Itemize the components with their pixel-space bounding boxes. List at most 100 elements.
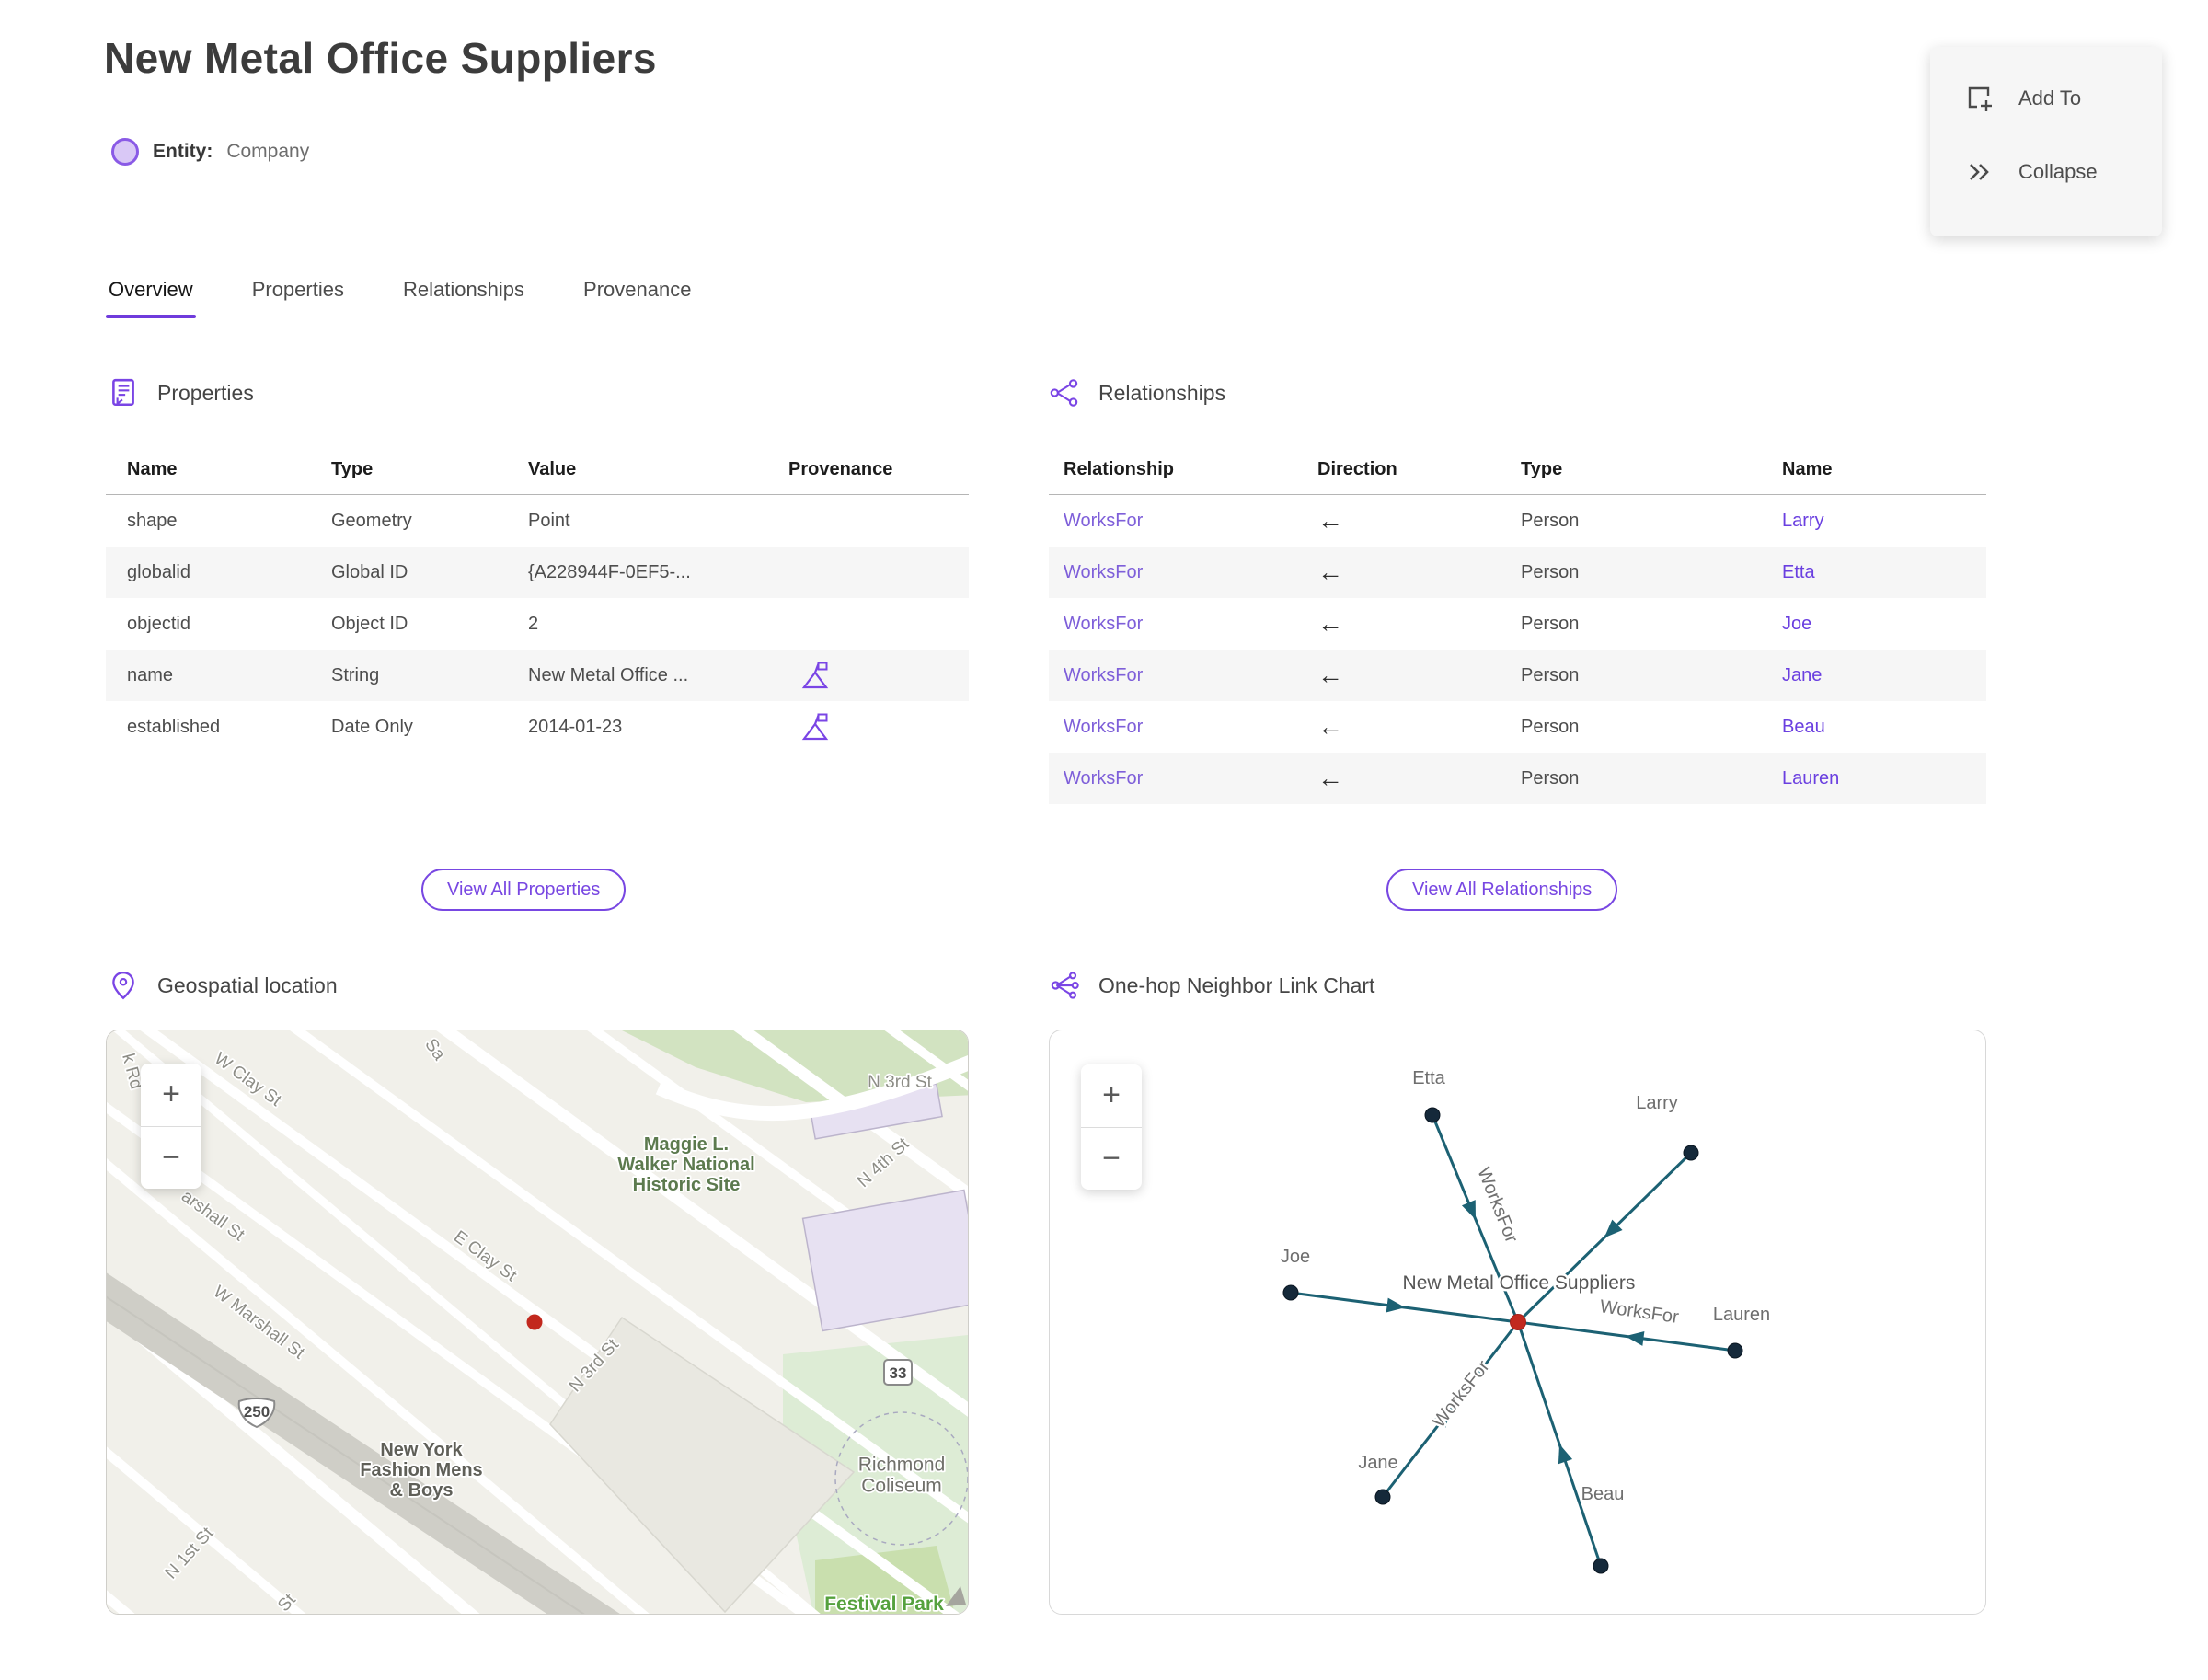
chart-center-node[interactable] [1510,1314,1526,1330]
relationship-row: WorksFor ← Person Beau [1049,701,1986,753]
property-row: objectid Object ID 2 [106,598,969,650]
map-zoom-out-button[interactable]: − [141,1127,201,1190]
map-label: Richmond Coliseum [858,1454,946,1496]
related-entity-link[interactable]: Lauren [1782,768,1966,789]
related-entity-type: Person [1521,561,1580,582]
property-value: New Metal Office ... [528,664,689,685]
property-row: name String New Metal Office ... [106,650,969,701]
chart-node-jane[interactable] [1374,1489,1391,1505]
property-type: Date Only [331,716,413,737]
chart-edge-label: WorksFor [1429,1356,1494,1432]
entity-type-icon [111,138,139,166]
relationships-section-title: Relationships [1098,380,1226,405]
relationship-row: WorksFor ← Person Joe [1049,598,1986,650]
relationships-table: Relationship Direction Type Name WorksFo… [1049,444,1986,804]
map-zoom-control: + − [141,1064,201,1189]
relationship-direction-arrow: ← [1317,506,1343,535]
chart-node-label: Beau [1581,1484,1625,1504]
property-type: Global ID [331,561,408,582]
col-header: Name [127,458,178,479]
relationships-icon [1050,379,1078,407]
col-header: Name [1782,458,1833,479]
chart-node-label: Larry [1636,1093,1678,1113]
tab-relationships[interactable]: Relationships [400,272,527,318]
related-entity-type: Person [1521,716,1580,737]
chart-center-label: New Metal Office Suppliers [1403,1272,1636,1294]
property-value: {A228944F-0EF5-... [528,561,691,582]
link-chart-section-title: One-hop Neighbor Link Chart [1098,972,1375,997]
entity-label: Entity: [153,141,213,162]
related-entity-link[interactable]: Beau [1782,717,1966,738]
chart-node-lauren[interactable] [1727,1342,1743,1359]
relationship-direction-arrow: ← [1317,609,1343,638]
entity-detail-page: New Metal Office Suppliers Entity: Compa… [0,0,2208,1680]
tab-properties[interactable]: Properties [249,272,347,318]
provenance-flag-icon[interactable] [801,661,829,690]
property-provenance-cell [788,661,936,690]
related-entity-type: Person [1521,613,1580,634]
entity-location-marker [526,1314,543,1330]
map-pin-icon [112,972,134,1000]
geospatial-section-header: Geospatial location [108,970,338,1001]
chart-node-etta[interactable] [1424,1107,1441,1123]
properties-section-title: Properties [157,380,254,405]
relationship-type-link[interactable]: WorksFor [1064,768,1317,789]
provenance-flag-icon[interactable] [801,712,829,742]
property-row: shape Geometry Point [106,495,969,547]
related-entity-link[interactable]: Larry [1782,511,1966,532]
chart-node-label: Etta [1412,1068,1445,1088]
relationship-row: WorksFor ← Person Lauren [1049,753,1986,804]
property-provenance-cell [788,558,936,587]
collapse-button[interactable]: Collapse [1930,135,2162,209]
relationship-row: WorksFor ← Person Etta [1049,547,1986,598]
relationship-type-link[interactable]: WorksFor [1064,511,1317,532]
property-name: globalid [127,561,190,582]
chart-zoom-in-button[interactable]: + [1081,1064,1142,1128]
entity-type-row: Entity: Company [111,138,309,166]
tab-provenance[interactable]: Provenance [581,272,694,318]
map-zoom-in-button[interactable]: + [141,1064,201,1127]
chart-edge-label: WorksFor [1599,1296,1681,1328]
property-name: established [127,716,221,737]
entity-type-value: Company [226,141,310,162]
add-to-label: Add To [2018,86,2082,109]
link-chart-canvas[interactable]: WorksForWorksForWorksForEttaLarryJoeLaur… [1050,1030,1986,1615]
col-header: Value [528,458,577,479]
property-type: String [331,664,380,685]
col-header: Type [1521,458,1563,479]
property-row: established Date Only 2014-01-23 [106,701,969,753]
property-value: 2014-01-23 [528,716,623,737]
relationship-type-link[interactable]: WorksFor [1064,614,1317,635]
property-value: 2 [528,613,539,634]
chart-node-larry[interactable] [1683,1145,1699,1161]
property-provenance-cell [788,506,936,535]
property-provenance-cell [788,609,936,639]
relationship-type-link[interactable]: WorksFor [1064,562,1317,583]
property-provenance-cell [788,712,936,742]
chart-edge-arrow [1558,1444,1573,1465]
property-name: name [127,664,174,685]
basemap[interactable]: k Rd W Clay St Saarshall StW Marshall StE … [107,1030,969,1615]
related-entity-link[interactable]: Joe [1782,614,1966,635]
add-to-button[interactable]: Add To [1930,62,2162,135]
entity-tabs: Overview Properties Relationships Proven… [106,272,694,318]
map-panel[interactable]: + − k Rd W Clay St Sa arshall St W Marsh… [106,1030,969,1615]
related-entity-link[interactable]: Etta [1782,562,1966,583]
chart-zoom-out-button[interactable]: − [1081,1128,1142,1191]
chart-node-label: Joe [1281,1247,1310,1267]
geospatial-section-title: Geospatial location [157,972,338,997]
related-entity-type: Person [1521,510,1580,531]
related-entity-link[interactable]: Jane [1782,665,1966,686]
chart-node-beau[interactable] [1593,1558,1609,1574]
relationship-type-link[interactable]: WorksFor [1064,717,1317,738]
view-all-relationships-button[interactable]: View All Relationships [1386,869,1618,911]
property-name: objectid [127,613,190,634]
chart-node-label: Jane [1358,1453,1397,1473]
chart-edge-arrow [1461,1200,1476,1220]
tab-overview[interactable]: Overview [106,272,196,318]
view-all-properties-button[interactable]: View All Properties [421,869,627,911]
link-chart-panel[interactable]: + − WorksFor WorksFor WorksFor Etta Larry Joe… [1049,1030,1986,1615]
relationship-direction-arrow: ← [1317,712,1343,741]
chart-node-joe[interactable] [1282,1284,1299,1301]
relationship-type-link[interactable]: WorksFor [1064,665,1317,686]
